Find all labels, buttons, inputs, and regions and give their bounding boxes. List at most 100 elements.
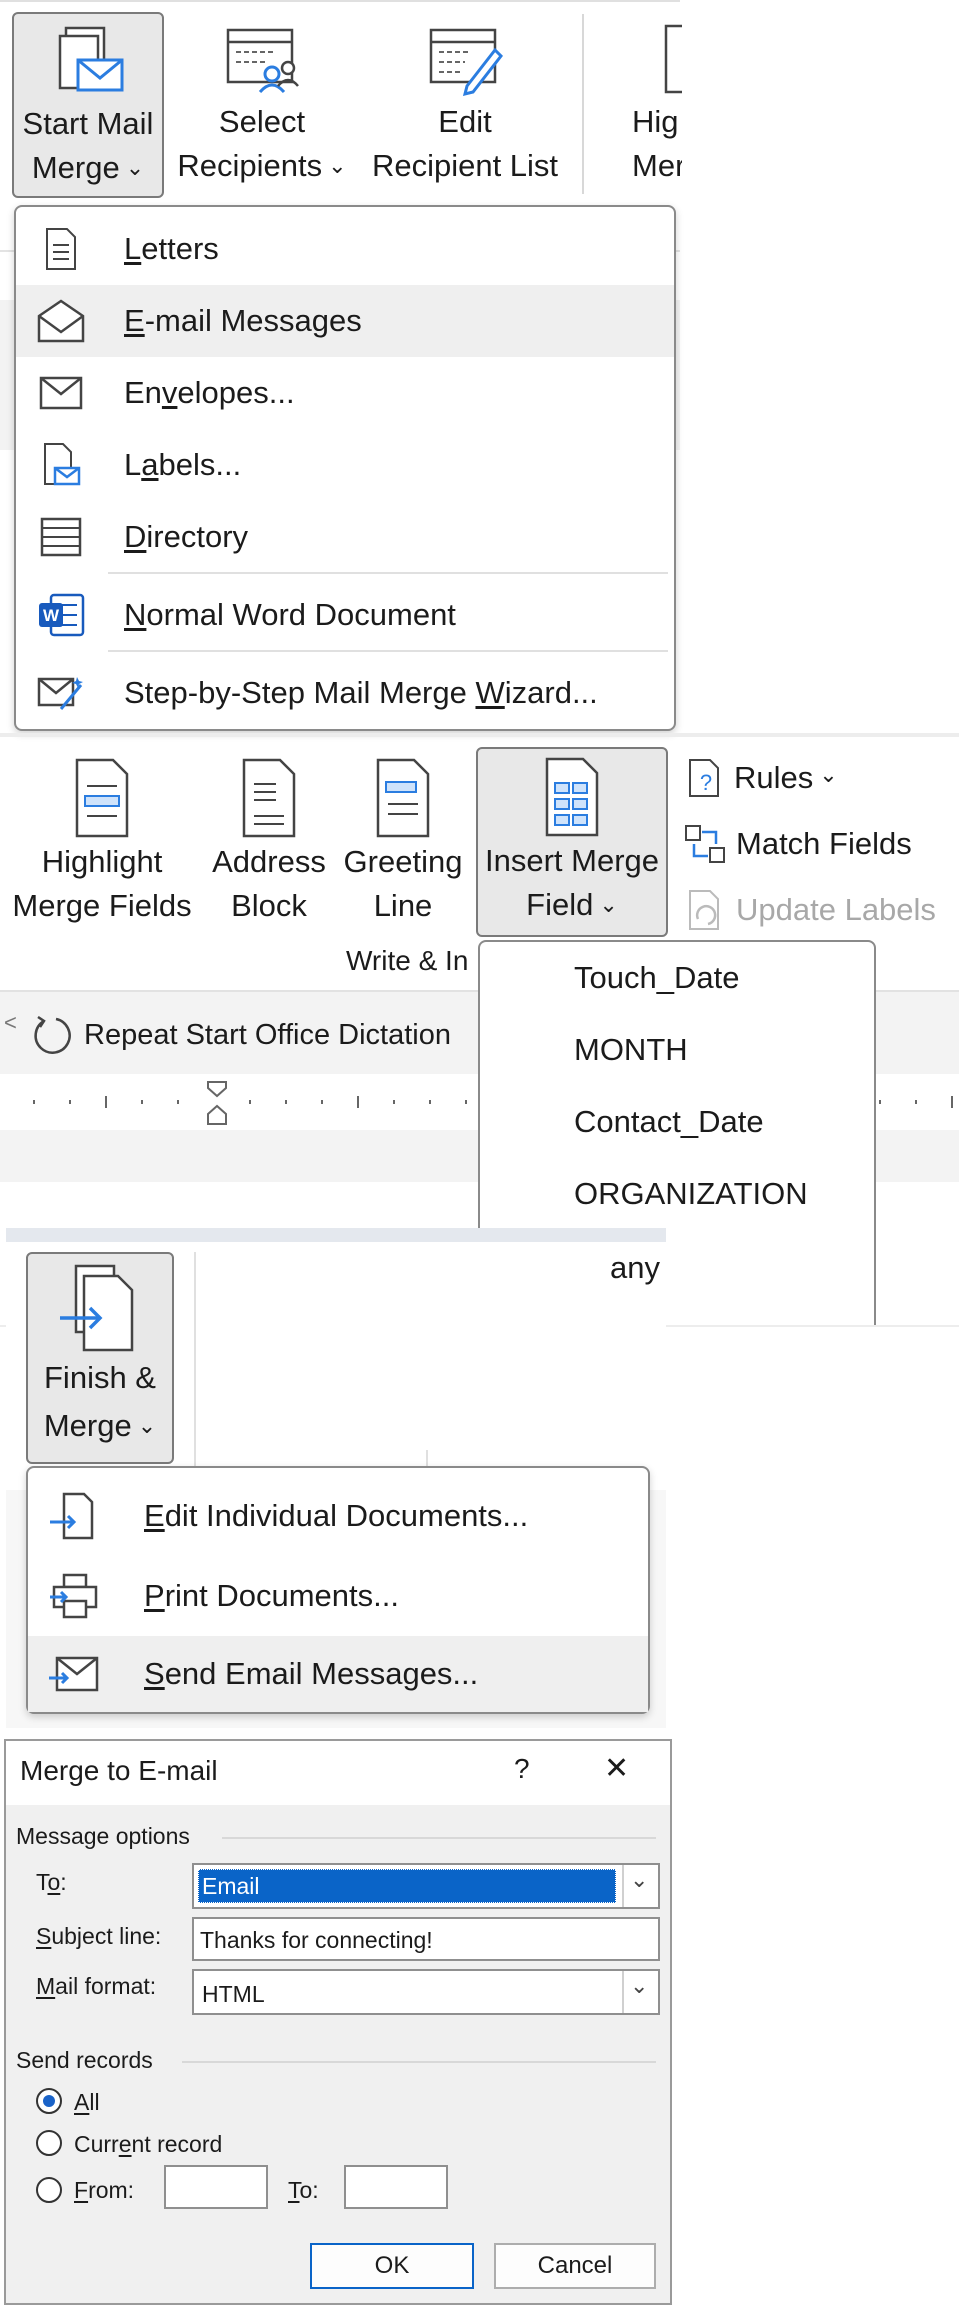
edit-recipient-list-label-2: Recipient List [371, 148, 559, 183]
ok-button[interactable]: OK [310, 2243, 474, 2289]
match-fields-icon [685, 825, 725, 863]
field-month[interactable]: MONTH [574, 1032, 688, 1068]
help-button[interactable]: ? [514, 1753, 530, 1785]
update-labels-button[interactable]: Update Labels [686, 888, 936, 932]
greeting-line-button[interactable]: Greeting Line [336, 748, 470, 934]
mail-format-select[interactable]: HTML ⌄ [192, 1969, 660, 2015]
panel-top-band [6, 1228, 666, 1242]
chevron-down-icon: ⌄ [137, 1413, 157, 1438]
menu-item-edit-individual-documents[interactable]: Edit Individual Documents... [28, 1478, 648, 1554]
chevron-down-icon: ⌄ [819, 762, 838, 787]
radio-all[interactable] [36, 2088, 62, 2114]
update-labels-icon [689, 890, 719, 930]
menu-item-label: Send Email Messages... [144, 1656, 479, 1691]
edit-recipient-list-button[interactable]: Edit Recipient List [360, 12, 570, 198]
dialog-title: Merge to E-mail [20, 1755, 218, 1786]
chevron-down-icon: ⌄ [630, 1867, 649, 1892]
highlight-merge-fields-button-partial[interactable]: Hig Merg [600, 12, 682, 198]
field-organization[interactable]: ORGANIZATION [574, 1176, 808, 1212]
printer-icon [38, 1573, 108, 1619]
select-recipients-icon [226, 28, 299, 94]
chevron-down-icon: ⌄ [599, 892, 618, 917]
menu-item-label: Directory [124, 519, 249, 554]
finish-merge-button[interactable]: Finish & Merge ⌄ [26, 1252, 174, 1464]
radio-current-record[interactable] [36, 2130, 62, 2156]
chevron-down-icon: ⌄ [125, 155, 145, 180]
select-recipients-label-1: Select [218, 104, 306, 139]
menu-item-normal-word-document[interactable]: W Normal Word Document [16, 579, 674, 651]
menu-item-label: Envelopes... [124, 375, 295, 410]
greeting-line-icon [376, 758, 430, 838]
highlight-merge-fields-icon [75, 758, 129, 838]
labels-icon [26, 442, 96, 488]
cancel-button[interactable]: Cancel [494, 2243, 656, 2289]
group-divider [194, 1252, 196, 1484]
insert-merge-field-button[interactable]: Insert Merge Field ⌄ [476, 747, 668, 937]
menu-item-label: Step-by-Step Mail Merge Wizard... [124, 675, 598, 710]
to-range-input[interactable] [344, 2165, 448, 2209]
rules-label: Rules [734, 760, 814, 795]
send-records-heading: Send records [16, 2047, 153, 2073]
subject-line-input[interactable]: Thanks for connecting! [192, 1917, 660, 1961]
field-contact-date[interactable]: Contact_Date [574, 1104, 764, 1140]
message-options-heading: Message options [16, 1823, 190, 1849]
edit-recipient-list-label-1: Edit [438, 104, 492, 139]
subject-line-label: Subject line: [36, 1923, 162, 1949]
repeat-icon [34, 1015, 71, 1054]
address-block-button[interactable]: Address Block [206, 748, 332, 934]
menu-item-print-documents[interactable]: Print Documents... [28, 1558, 648, 1634]
from-input[interactable] [164, 2165, 268, 2209]
menu-item-labels[interactable]: Labels... [16, 429, 674, 501]
menu-item-label: Letters [124, 231, 219, 266]
merge-to-email-dialog: Merge to E-mail ? ✕ Message options To: … [4, 1739, 672, 2305]
select-recipients-label-2: Recipients [177, 148, 323, 183]
finish-merge-label-2: Merge [43, 1408, 132, 1443]
radio-all-label: All [74, 2089, 100, 2115]
to-select[interactable]: Email ⌄ [192, 1863, 660, 1909]
dialog-titlebar: Merge to E-mail ? ✕ [6, 1741, 670, 1805]
insert-merge-field-label-2: Field [526, 887, 594, 922]
radio-from[interactable] [36, 2177, 62, 2203]
greeting-line-label-2: Line [373, 888, 433, 923]
menu-item-mail-merge-wizard[interactable]: Step-by-Step Mail Merge Wizard... [16, 657, 674, 729]
menu-item-envelopes[interactable]: Envelopes... [16, 357, 674, 429]
start-mail-merge-icon [58, 26, 124, 92]
menu-item-email-messages[interactable]: E-mail Messages [16, 285, 674, 357]
panel-separator [0, 733, 959, 737]
directory-icon [26, 517, 96, 557]
select-recipients-button[interactable]: Select Recipients ⌄ [172, 12, 352, 198]
rules-button[interactable]: ? Rules ⌄ [686, 756, 838, 800]
highlight-merge-fields-button[interactable]: Highlight Merge Fields [4, 748, 200, 934]
repeat-dictation-button[interactable]: Repeat Start Office Dictation [30, 1012, 451, 1058]
insert-merge-field-label-1: Insert Merge [484, 843, 659, 878]
menu-item-label: Edit Individual Documents... [144, 1498, 529, 1533]
menu-item-label: E-mail Messages [124, 303, 362, 338]
edit-recipient-list-icon [429, 28, 503, 97]
match-fields-button[interactable]: Match Fields [684, 822, 912, 866]
highlight-partial-label-1: Hig [632, 104, 679, 139]
address-block-icon [242, 758, 296, 838]
field-touch-date[interactable]: Touch_Date [574, 960, 739, 996]
menu-item-letters[interactable]: Letters [16, 213, 674, 285]
start-mail-merge-button[interactable]: Start Mail Merge ⌄ [12, 12, 164, 198]
menu-item-label: Normal Word Document [124, 597, 456, 632]
group-divider [582, 14, 584, 194]
to-range-label: To: [288, 2177, 319, 2203]
to-select-value: Email [202, 1873, 260, 1899]
menu-item-label: Labels... [124, 447, 242, 482]
chevron-down-icon: ⌄ [328, 153, 347, 178]
rules-icon: ? [689, 759, 719, 797]
finish-merge-label-1: Finish & [44, 1360, 156, 1395]
envelope-icon [26, 376, 96, 410]
send-email-icon [38, 1654, 108, 1694]
start-mail-merge-label-1: Start Mail [22, 106, 154, 141]
radio-from-label: From: [74, 2177, 135, 2203]
menu-item-send-email-messages[interactable]: Send Email Messages... [28, 1636, 648, 1712]
menu-separator [108, 650, 668, 652]
edit-documents-icon [38, 1492, 108, 1540]
mail-format-value: HTML [202, 1981, 265, 2007]
finish-merge-menu: Edit Individual Documents... Print Docum… [26, 1466, 650, 1714]
menu-item-directory[interactable]: Directory [16, 501, 674, 573]
match-fields-label: Match Fields [736, 826, 912, 861]
close-icon[interactable]: ✕ [604, 1751, 629, 1786]
